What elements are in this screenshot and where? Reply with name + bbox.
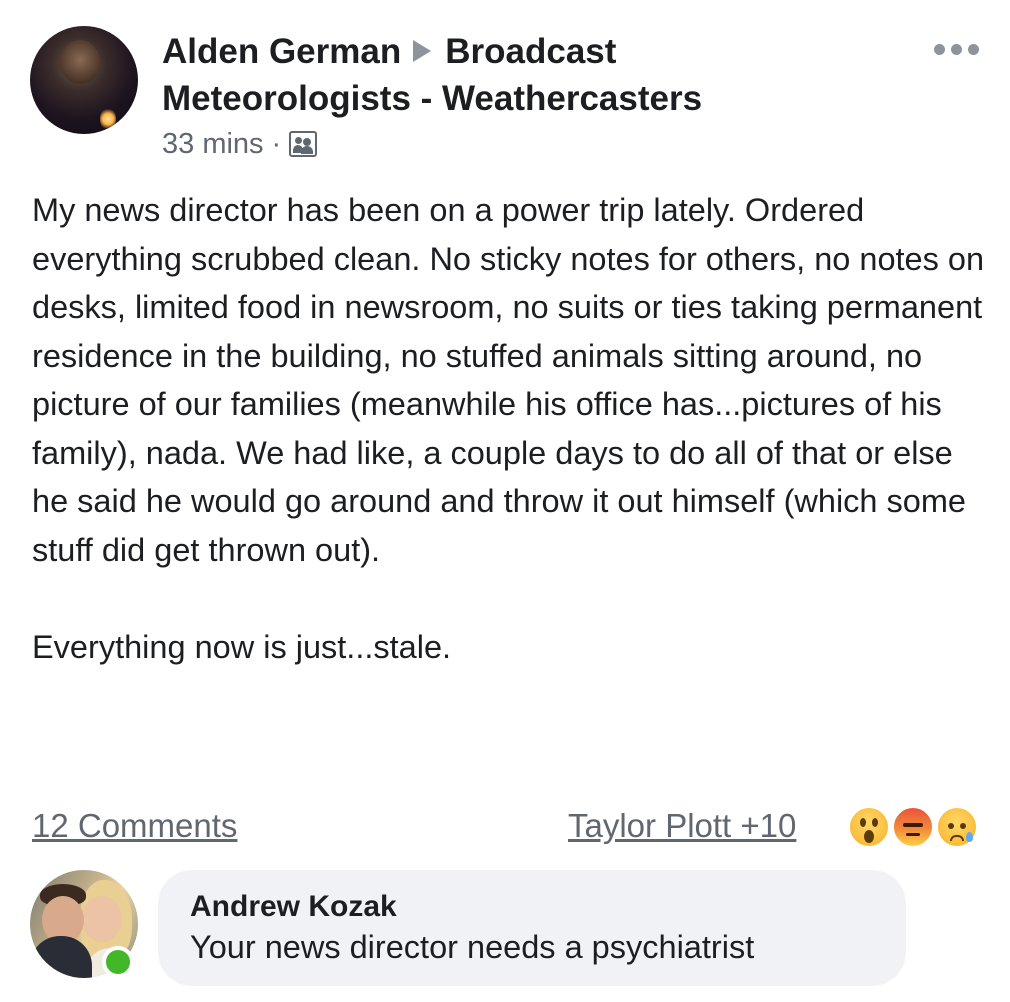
comment-text: Your news director needs a psychiatrist [190,929,755,965]
wow-emoji-icon [848,806,890,848]
author-name[interactable]: Alden German [162,32,401,71]
post-paragraph: Everything now is just...stale. [32,628,452,665]
meta-separator: · [271,128,282,160]
post-body: My news director has been on a power tri… [32,186,992,671]
online-status-indicator [102,946,134,978]
right-triangle-icon [413,39,432,62]
avatar-candle-glow [100,108,116,130]
angry-emoji-icon [892,806,934,848]
comment-bubble[interactable]: Andrew Kozak Your news director needs a … [158,870,906,986]
commenter-name[interactable]: Andrew Kozak [190,890,906,924]
post-timestamp[interactable]: 33 mins [162,124,264,164]
reactors-link[interactable]: Taylor Plott +10 [568,804,796,848]
group-members-icon [289,131,318,157]
post-meta: 33 mins · [162,124,318,164]
reaction-icons[interactable] [848,806,984,850]
avatar-face [60,40,100,84]
author-avatar[interactable] [30,26,138,134]
more-options-icon[interactable] [934,44,979,55]
post-header: Alden German Broadcast Meteorologists - W… [162,28,862,122]
comments-count-link[interactable]: 12 Comments [32,804,237,848]
post-paragraph: My news director has been on a power tri… [32,192,985,568]
sad-emoji-icon [936,806,978,848]
